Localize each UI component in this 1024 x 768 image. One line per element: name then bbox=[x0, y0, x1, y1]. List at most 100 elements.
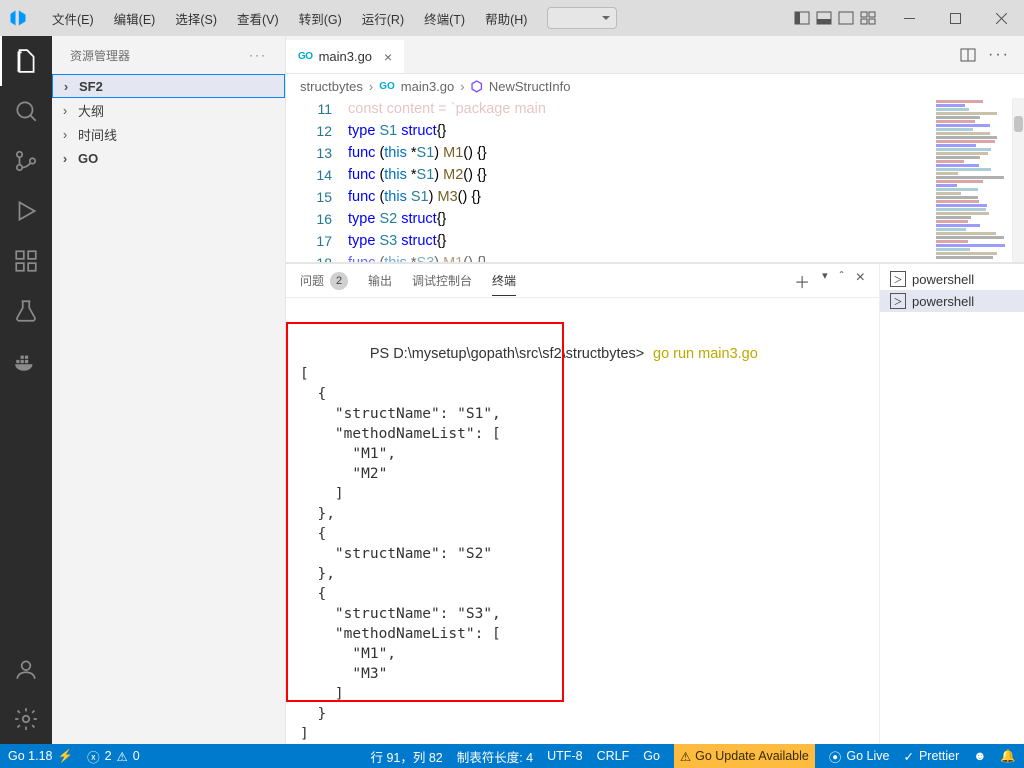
terminal-output[interactable]: PS D:\mysetup\gopath\src\sf2\structbytes… bbox=[286, 298, 879, 744]
panel-right-icon[interactable] bbox=[838, 10, 854, 26]
sidebar-item-大纲[interactable]: ›大纲 bbox=[52, 98, 285, 122]
code-editor[interactable]: 1112131415161718 const content = `packag… bbox=[286, 98, 1024, 262]
app-logo-icon bbox=[0, 0, 36, 36]
window-close-button[interactable] bbox=[978, 0, 1024, 36]
chevron-up-icon[interactable]: ˆ bbox=[840, 269, 844, 293]
go-file-icon: GO bbox=[298, 51, 313, 62]
code-body[interactable]: const content = `package maintype S1 str… bbox=[348, 98, 546, 262]
activity-run-debug[interactable] bbox=[0, 186, 52, 236]
activity-account[interactable] bbox=[0, 644, 52, 694]
activity-settings[interactable] bbox=[0, 694, 52, 744]
terminal-icon: ＞ bbox=[890, 293, 906, 309]
sidebar-tree: ›SF2›大纲›时间线›GO bbox=[52, 74, 285, 170]
status-problems[interactable]: ⓧ2 ⚠0 bbox=[87, 747, 140, 766]
breadcrumbs[interactable]: structbytes › GO main3.go › ⬡ NewStructI… bbox=[286, 74, 1024, 98]
tab-main3-go[interactable]: GO main3.go × bbox=[286, 40, 404, 73]
status-feedback-icon[interactable]: ☻ bbox=[973, 749, 986, 763]
editor-column: GO main3.go × ··· structbytes › GO main3… bbox=[286, 36, 1024, 744]
tab-more-icon[interactable]: ··· bbox=[988, 46, 1010, 64]
menu-terminal[interactable]: 终端(T) bbox=[414, 5, 475, 32]
status-prettier[interactable]: ✓Prettier bbox=[903, 749, 959, 764]
close-icon[interactable]: × bbox=[378, 49, 392, 65]
status-encoding[interactable]: UTF-8 bbox=[547, 749, 582, 763]
chevron-right-icon: › bbox=[59, 79, 73, 94]
chevron-right-icon: › bbox=[58, 151, 72, 166]
terminal-session[interactable]: ＞powershell bbox=[880, 290, 1024, 312]
menu-view[interactable]: 查看(V) bbox=[227, 5, 289, 32]
error-icon: ⓧ bbox=[87, 747, 100, 766]
window-maximize-button[interactable] bbox=[932, 0, 978, 36]
layout-controls bbox=[784, 10, 886, 26]
sidebar-item-sf2[interactable]: ›SF2 bbox=[52, 74, 285, 98]
search-dropdown[interactable] bbox=[547, 7, 617, 29]
minimap[interactable] bbox=[936, 100, 1012, 260]
menu-edit[interactable]: 编辑(E) bbox=[104, 5, 166, 32]
go-file-icon: GO bbox=[379, 81, 395, 92]
sidebar-title: 资源管理器 bbox=[70, 47, 130, 64]
check-icon: ✓ bbox=[903, 749, 913, 764]
chevron-right-icon: › bbox=[369, 79, 373, 94]
tab-terminal[interactable]: 终端 bbox=[492, 266, 516, 296]
menu-goto[interactable]: 转到(G) bbox=[289, 5, 352, 32]
warning-icon: ⚠ bbox=[680, 749, 691, 764]
highlight-box bbox=[286, 322, 564, 702]
warning-icon: ⚠ bbox=[117, 749, 128, 764]
status-go-live[interactable]: ⦿Go Live bbox=[829, 747, 890, 766]
activity-source-control[interactable] bbox=[0, 136, 52, 186]
chevron-right-icon: › bbox=[58, 127, 72, 142]
status-tab-size[interactable]: 制表符长度: 4 bbox=[457, 747, 533, 766]
editor-tabs: GO main3.go × ··· bbox=[286, 36, 1024, 74]
menu-help[interactable]: 帮助(H) bbox=[475, 5, 537, 32]
status-lang[interactable]: Go bbox=[643, 749, 660, 763]
titlebar: 文件(E) 编辑(E) 选择(S) 查看(V) 转到(G) 运行(R) 终端(T… bbox=[0, 0, 1024, 36]
new-terminal-icon[interactable]: ＋ bbox=[794, 269, 810, 293]
breadcrumb-file[interactable]: main3.go bbox=[401, 79, 454, 94]
sidebar-more-icon[interactable]: ··· bbox=[249, 48, 267, 62]
menu-select[interactable]: 选择(S) bbox=[165, 5, 227, 32]
activity-bar bbox=[0, 36, 52, 744]
sidebar-item-时间线[interactable]: ›时间线 bbox=[52, 122, 285, 146]
package-icon: ⬡ bbox=[471, 78, 483, 95]
panel-bottom-icon[interactable] bbox=[816, 10, 832, 26]
menu-run[interactable]: 运行(R) bbox=[352, 5, 414, 32]
chevron-right-icon: › bbox=[460, 79, 464, 94]
chevron-right-icon: › bbox=[58, 103, 72, 118]
status-notifications-icon[interactable]: 🔔 bbox=[1000, 749, 1016, 764]
layout-grid-icon[interactable] bbox=[860, 10, 876, 26]
bottom-panel: 问题 2 输出 调试控制台 终端 ＋ ▾ ˆ × PS D:\mysetup\g bbox=[286, 262, 1024, 744]
status-go-version[interactable]: Go 1.18⚡ bbox=[8, 749, 73, 764]
broadcast-icon: ⦿ bbox=[829, 747, 842, 766]
window-minimize-button[interactable] bbox=[886, 0, 932, 36]
breadcrumb-symbol[interactable]: NewStructInfo bbox=[489, 79, 571, 94]
tab-filename: main3.go bbox=[319, 49, 372, 64]
line-numbers: 1112131415161718 bbox=[286, 98, 338, 262]
status-bar: Go 1.18⚡ ⓧ2 ⚠0 行 91，列 82 制表符长度: 4 UTF-8 … bbox=[0, 744, 1024, 768]
problems-count-badge: 2 bbox=[330, 272, 348, 290]
tab-debug-console[interactable]: 调试控制台 bbox=[412, 266, 472, 295]
activity-docker[interactable] bbox=[0, 336, 52, 386]
chevron-down-icon[interactable]: ▾ bbox=[822, 269, 828, 293]
status-go-update[interactable]: ⚠Go Update Available bbox=[674, 744, 815, 768]
menu-bar: 文件(E) 编辑(E) 选择(S) 查看(V) 转到(G) 运行(R) 终端(T… bbox=[36, 5, 537, 32]
sidebar-explorer: 资源管理器 ··· ›SF2›大纲›时间线›GO bbox=[52, 36, 286, 744]
lightning-icon: ⚡ bbox=[57, 749, 73, 764]
status-eol[interactable]: CRLF bbox=[597, 749, 630, 763]
panel-tabs: 问题 2 输出 调试控制台 终端 ＋ ▾ ˆ × bbox=[286, 264, 879, 298]
status-cursor-pos[interactable]: 行 91，列 82 bbox=[370, 747, 442, 766]
activity-testing[interactable] bbox=[0, 286, 52, 336]
panel-left-icon[interactable] bbox=[794, 10, 810, 26]
split-editor-icon[interactable] bbox=[960, 47, 976, 63]
tab-problems[interactable]: 问题 2 bbox=[300, 266, 348, 296]
breadcrumb-folder[interactable]: structbytes bbox=[300, 79, 363, 94]
terminal-icon: ＞ bbox=[890, 271, 906, 287]
editor-scrollbar[interactable] bbox=[1012, 98, 1024, 262]
menu-file[interactable]: 文件(E) bbox=[42, 5, 104, 32]
sidebar-item-go[interactable]: ›GO bbox=[52, 146, 285, 170]
activity-explorer[interactable] bbox=[0, 36, 52, 86]
tab-output[interactable]: 输出 bbox=[368, 266, 392, 295]
activity-extensions[interactable] bbox=[0, 236, 52, 286]
terminal-sessions: ＞powershell＞powershell bbox=[879, 264, 1024, 744]
terminal-session[interactable]: ＞powershell bbox=[880, 268, 1024, 290]
close-panel-icon[interactable]: × bbox=[856, 269, 865, 293]
activity-search[interactable] bbox=[0, 86, 52, 136]
